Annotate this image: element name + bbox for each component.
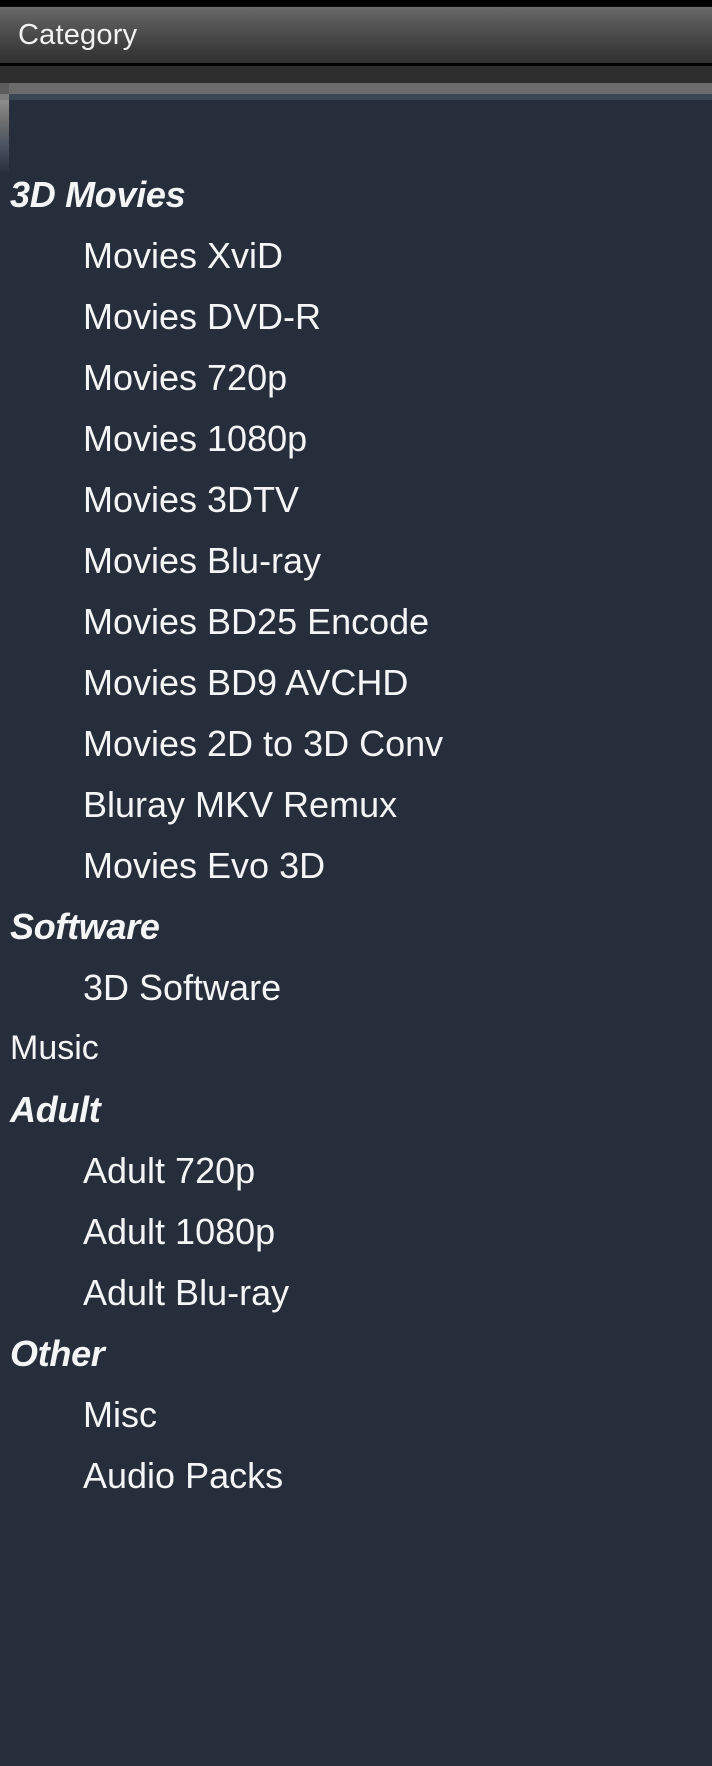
category-item-movies-1080p[interactable]: Movies 1080p — [0, 408, 712, 469]
category-item-bluray-mkv-remux[interactable]: Bluray MKV Remux — [0, 774, 712, 835]
category-item-movies-evo-3d[interactable]: Movies Evo 3D — [0, 835, 712, 896]
category-label: Movies BD25 Encode — [83, 600, 430, 642]
category-group-software[interactable]: Software — [0, 896, 712, 957]
category-item-misc[interactable]: Misc — [0, 1384, 712, 1445]
category-label: Movies Blu-ray — [83, 539, 322, 581]
category-label: Movies BD9 AVCHD — [83, 661, 409, 703]
panel-separator-bar — [0, 83, 712, 94]
column-header-bar: Category — [0, 0, 712, 66]
category-item-adult-720p[interactable]: Adult 720p — [0, 1140, 712, 1201]
category-item-adult-1080p[interactable]: Adult 1080p — [0, 1201, 712, 1262]
category-label: Movies Evo 3D — [83, 844, 326, 886]
category-group-3d-movies[interactable]: 3D Movies — [0, 164, 712, 225]
category-label: Movies DVD-R — [83, 295, 322, 337]
category-list[interactable]: 3D Movies Movies XviD Movies DVD-R Movies 7… — [0, 100, 712, 1766]
category-list-rows: 3D Movies Movies XviD Movies DVD-R Movies 7… — [0, 164, 712, 1506]
category-item-audio-packs[interactable]: Audio Packs — [0, 1445, 712, 1506]
category-item-movies-bd9-avchd[interactable]: Movies BD9 AVCHD — [0, 652, 712, 713]
category-item-movies-bd25-encode[interactable]: Movies BD25 Encode — [0, 591, 712, 652]
category-label: Movies 1080p — [83, 417, 308, 459]
category-item-movies-blu-ray[interactable]: Movies Blu-ray — [0, 530, 712, 591]
category-group-adult[interactable]: Adult — [0, 1079, 712, 1140]
category-label: Movies 720p — [83, 356, 288, 398]
category-item-movies-2d-to-3d-conv[interactable]: Movies 2D to 3D Conv — [0, 713, 712, 774]
category-group-music[interactable]: Music — [0, 1018, 712, 1079]
column-header-label: Category — [18, 18, 138, 51]
category-item-adult-blu-ray[interactable]: Adult Blu-ray — [0, 1262, 712, 1323]
category-group-other[interactable]: Other — [0, 1323, 712, 1384]
category-item-movies-720p[interactable]: Movies 720p — [0, 347, 712, 408]
category-label: Bluray MKV Remux — [83, 783, 398, 825]
category-label: Movies 2D to 3D Conv — [83, 722, 444, 764]
category-item-movies-dvd-r[interactable]: Movies DVD-R — [0, 286, 712, 347]
column-header-category[interactable]: Category — [0, 6, 712, 66]
category-label: Adult Blu-ray — [83, 1271, 290, 1313]
category-label: Misc — [83, 1393, 157, 1435]
category-label: Other — [10, 1332, 105, 1374]
category-item-movies-xvid[interactable]: Movies XviD — [0, 225, 712, 286]
category-label: Software — [10, 905, 160, 947]
left-rail-edge — [0, 100, 9, 1766]
category-label: Audio Packs — [83, 1454, 284, 1496]
header-gap-strip — [0, 66, 712, 83]
category-item-3d-software[interactable]: 3D Software — [0, 957, 712, 1018]
category-label: 3D Software — [83, 966, 282, 1008]
category-label: 3D Movies — [10, 173, 186, 215]
category-label: Movies 3DTV — [83, 478, 300, 520]
category-label: Music — [10, 1029, 99, 1067]
category-item-movies-3dtv[interactable]: Movies 3DTV — [0, 469, 712, 530]
category-label: Movies XviD — [83, 234, 284, 276]
category-panel: Category 3D Movies Movies XviD Movies DVD-… — [0, 0, 712, 1766]
category-label: Adult — [10, 1088, 101, 1130]
category-label: Adult 1080p — [83, 1210, 276, 1252]
category-label: Adult 720p — [83, 1149, 256, 1191]
